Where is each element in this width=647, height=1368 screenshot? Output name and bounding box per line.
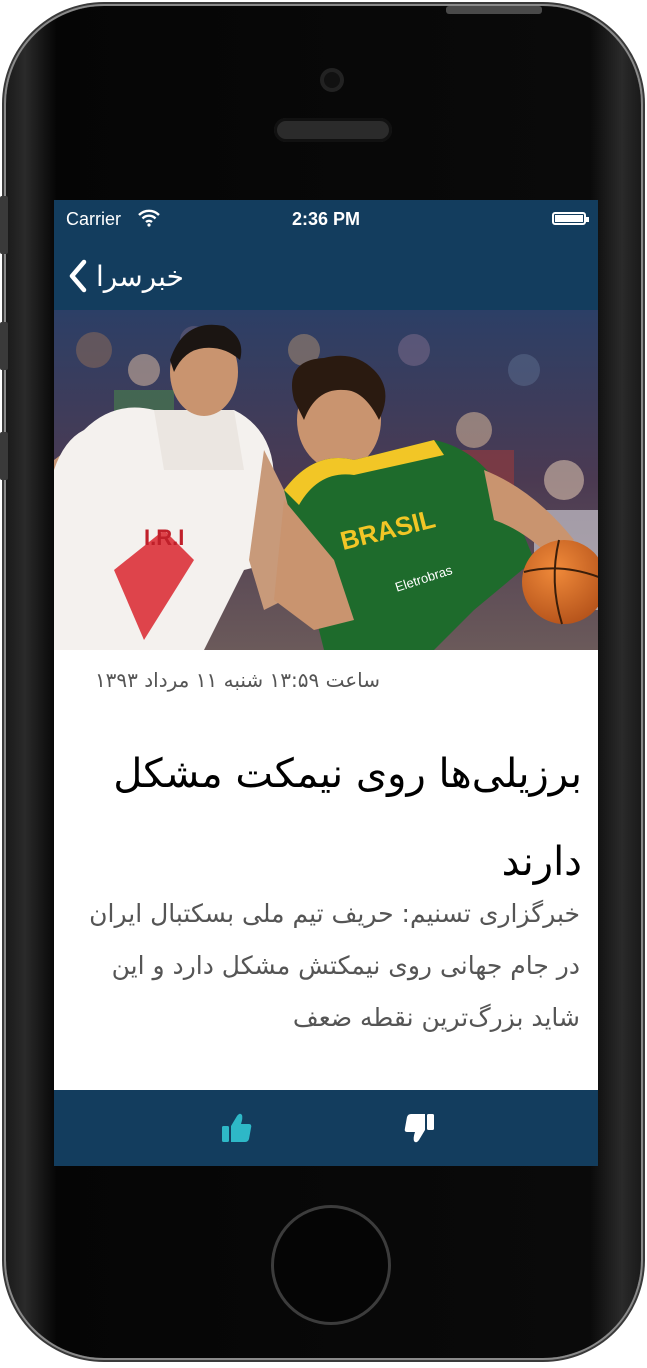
bottom-toolbar <box>54 1090 598 1166</box>
battery-icon <box>552 212 589 225</box>
thumbs-down-icon <box>404 1114 434 1143</box>
dislike-button[interactable] <box>400 1108 440 1148</box>
jersey-text-iri: I.R.I <box>144 525 184 550</box>
thumbs-up-icon <box>222 1113 252 1142</box>
article-hero-image: I.R.I BRASIL Eletrobras <box>54 310 598 650</box>
navigation-bar: خبرسرا <box>54 240 598 310</box>
chevron-left-icon <box>69 259 87 293</box>
volume-down-button <box>0 432 8 480</box>
clock: 2:36 PM <box>291 209 361 229</box>
article-title: برزیلی‌ها روی نیمکت مشکل دارند <box>113 751 582 885</box>
basketball-photo: I.R.I BRASIL Eletrobras <box>54 310 598 650</box>
back-button[interactable]: خبرسرا <box>68 256 184 296</box>
home-button[interactable] <box>274 1208 388 1322</box>
earpiece-speaker <box>274 118 392 142</box>
back-button-label: خبرسرا <box>96 259 184 293</box>
screen: Carrier 2:36 PM خبرسرا I.R.I BRASIL Elet… <box>54 200 598 1166</box>
article-content: ساعت ۱۳:۵۹ شنبه ۱۱ مرداد ۱۳۹۳ برزیلی‌ها … <box>54 650 598 1090</box>
article-summary: خبرگزاری تسنیم: حریف تیم ملی بسکتبال ایر… <box>89 899 580 1032</box>
volume-up-button <box>0 322 8 370</box>
front-camera <box>320 68 344 92</box>
power-button <box>446 6 542 14</box>
mute-switch <box>0 196 8 254</box>
like-button[interactable] <box>216 1108 256 1148</box>
article-date: ساعت ۱۳:۵۹ شنبه ۱۱ مرداد ۱۳۹۳ <box>94 668 380 692</box>
status-bar: Carrier 2:36 PM <box>54 200 598 240</box>
